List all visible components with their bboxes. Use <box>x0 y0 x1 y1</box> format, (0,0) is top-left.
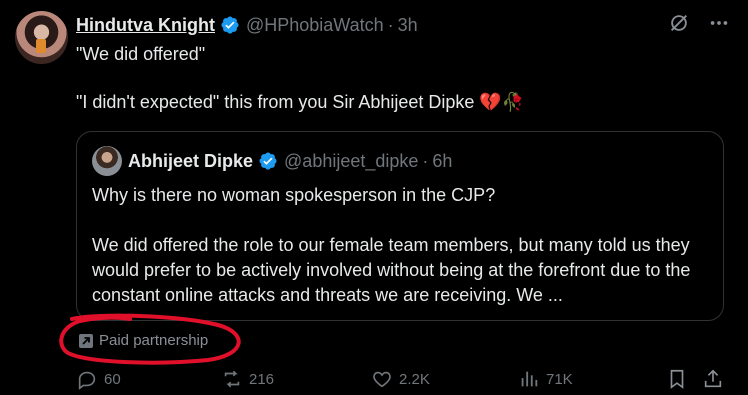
quoted-time: 6h <box>432 150 453 171</box>
repost-icon <box>224 370 240 388</box>
more-icon[interactable] <box>708 12 730 34</box>
author-handle[interactable]: @HPhobiaWatch <box>246 15 384 36</box>
bookmark-button[interactable] <box>666 368 688 390</box>
author-name[interactable]: Hindutva Knight <box>76 15 215 36</box>
separator-dot: · <box>422 150 429 171</box>
verified-badge-icon <box>259 152 277 170</box>
action-bar: 60 216 2.2K 71K <box>76 368 726 394</box>
paid-partnership-label[interactable]: Paid partnership <box>79 332 208 349</box>
reply-icon <box>78 371 96 390</box>
tweet-header: Hindutva Knight @HPhobiaWatch · 3h <box>76 13 418 37</box>
tweet-time[interactable]: 3h <box>398 15 418 36</box>
grok-icon[interactable] <box>668 12 690 34</box>
quoted-handle: @abhijeet_dipke <box>284 150 419 171</box>
repost-count: 216 <box>249 370 275 388</box>
quoted-author-name: Abhijeet Dipke <box>128 150 254 171</box>
views-icon <box>521 371 538 387</box>
paid-partnership-text: Paid partnership <box>99 332 209 349</box>
quoted-avatar <box>92 146 122 176</box>
bookmark-icon <box>670 369 684 389</box>
views-count: 71K <box>546 370 573 388</box>
quoted-text: Why is there no woman spokesperson in th… <box>92 185 691 305</box>
author-avatar[interactable] <box>15 11 68 64</box>
share-icon <box>704 369 722 388</box>
tweet-text: "We did offered" "I didn't expected" thi… <box>76 44 525 112</box>
views-button[interactable]: 71K <box>518 368 573 390</box>
reply-button[interactable]: 60 <box>76 368 121 390</box>
like-button[interactable]: 2.2K <box>371 368 430 390</box>
quoted-tweet[interactable]: Abhijeet Dipke @abhijeet_dipke · 6h Why … <box>76 131 724 321</box>
verified-badge-icon <box>221 16 239 34</box>
like-count: 2.2K <box>399 370 430 388</box>
repost-button[interactable]: 216 <box>221 368 274 390</box>
reply-count: 60 <box>104 370 121 388</box>
heart-icon <box>373 371 391 388</box>
share-button[interactable] <box>702 368 724 390</box>
separator-dot: · <box>387 14 394 35</box>
quoted-header: Abhijeet Dipke @abhijeet_dipke · 6h <box>92 146 453 176</box>
arrow-up-right-icon <box>79 333 93 348</box>
tweet-top-actions <box>668 12 730 34</box>
